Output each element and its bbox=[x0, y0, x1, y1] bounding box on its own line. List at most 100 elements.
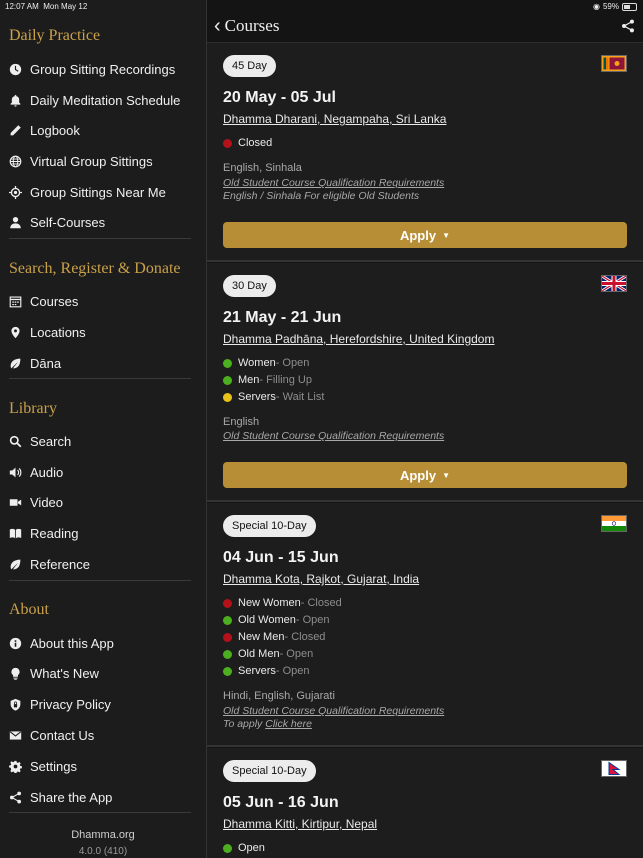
course-card[interactable]: Special 10-Day 05 Jun - 16 Jun Dhamma Ki… bbox=[207, 748, 643, 858]
status-row: Servers - Open bbox=[223, 665, 310, 677]
sidebar-item-label: What's New bbox=[30, 665, 99, 681]
sidebar-item-label: Privacy Policy bbox=[30, 696, 111, 712]
status-label: Closed bbox=[238, 137, 273, 149]
sidebar-item-share-the-app[interactable]: Share the App bbox=[9, 785, 199, 809]
status-row: Old Women - Open bbox=[223, 614, 330, 626]
speaker-icon bbox=[9, 466, 22, 479]
sidebar-item-label: Logbook bbox=[30, 122, 80, 138]
requirements-link[interactable]: Old Student Course Qualification Require… bbox=[223, 430, 444, 442]
sidebar-item-label: Reference bbox=[30, 556, 90, 572]
course-type-badge: Special 10-Day bbox=[223, 760, 316, 782]
navigation-bar: ‹ Courses bbox=[207, 12, 643, 43]
status-row: Servers - Wait List bbox=[223, 391, 324, 403]
back-button[interactable]: ‹ Courses bbox=[214, 16, 279, 36]
course-type-badge: Special 10-Day bbox=[223, 515, 316, 537]
status-detail: - Open bbox=[279, 648, 314, 660]
sidebar-item-locations[interactable]: Locations bbox=[9, 320, 199, 344]
sidebar-item-self-courses[interactable]: Self-Courses bbox=[9, 210, 199, 234]
apply-button[interactable]: Apply ▼ bbox=[223, 222, 627, 248]
sidebar-divider bbox=[9, 812, 191, 813]
status-dot bbox=[223, 615, 232, 625]
course-type-badge: 30 Day bbox=[223, 275, 276, 297]
sidebar-item-reference[interactable]: Reference bbox=[9, 552, 199, 576]
sidebar-item-label: Reading bbox=[30, 525, 79, 541]
status-dot bbox=[223, 392, 232, 402]
uk-flag-icon bbox=[601, 275, 627, 292]
sidebar-item-audio[interactable]: Audio bbox=[9, 460, 199, 484]
pencil-icon bbox=[9, 124, 22, 137]
sidebar-item-label: Self-Courses bbox=[30, 214, 106, 230]
section-title-about: About bbox=[9, 601, 49, 618]
caret-down-icon: ▼ bbox=[442, 230, 451, 240]
status-row: Men - Filling Up bbox=[223, 374, 312, 386]
sidebar-item-label: Audio bbox=[30, 464, 64, 480]
sidebar-item-reading[interactable]: Reading bbox=[9, 521, 199, 545]
sidebar-item-logbook[interactable]: Logbook bbox=[9, 118, 199, 142]
status-dot bbox=[223, 375, 232, 385]
course-languages: Hindi, English, Gujarati bbox=[223, 690, 335, 702]
sidebar-item-label: Group Sitting Recordings bbox=[30, 61, 176, 77]
status-label: Open bbox=[238, 842, 265, 854]
status-dot bbox=[223, 598, 232, 608]
sidebar-item-group-sittings-near-me[interactable]: Group Sittings Near Me bbox=[9, 180, 199, 204]
sidebar-item-virtual-group-sittings[interactable]: Virtual Group Sittings bbox=[9, 149, 199, 173]
chevron-left-icon: ‹ bbox=[214, 15, 221, 37]
status-label: Men bbox=[238, 374, 260, 386]
globe-icon bbox=[9, 155, 22, 168]
apply-button[interactable]: Apply ▼ bbox=[223, 462, 627, 488]
sidebar-item-contact-us[interactable]: Contact Us bbox=[9, 723, 199, 747]
status-row: New Men - Closed bbox=[223, 631, 325, 643]
sidebar-item-label: Dāna bbox=[30, 355, 62, 371]
gear-icon bbox=[9, 760, 22, 773]
click-here-link[interactable]: Click here bbox=[265, 718, 312, 730]
share-icon[interactable] bbox=[621, 19, 635, 33]
status-label: Old Women bbox=[238, 614, 296, 626]
sidebar-item-label: Group Sittings Near Me bbox=[30, 184, 166, 200]
footer-version: 4.0.0 (410) bbox=[78, 846, 128, 857]
course-location-link[interactable]: Dhamma Dharani, Negampaha, Sri Lanka bbox=[223, 112, 446, 126]
sidebar: Daily Practice Group Sitting Recordings … bbox=[0, 0, 207, 858]
course-card[interactable]: 45 Day 20 May - 05 Jul Dhamma Dharani, N… bbox=[207, 43, 643, 262]
requirements-link[interactable]: Old Student Course Qualification Require… bbox=[223, 705, 444, 717]
sidebar-item-courses[interactable]: Courses bbox=[9, 289, 199, 313]
sidebar-item-about-this-app[interactable]: About this App bbox=[9, 631, 199, 655]
leaf-icon bbox=[9, 357, 22, 370]
envelope-icon bbox=[9, 729, 22, 742]
course-note-text: To apply bbox=[223, 718, 266, 730]
sidebar-item-daily-meditation-schedule[interactable]: Daily Meditation Schedule bbox=[9, 88, 199, 112]
status-detail: - Filling Up bbox=[259, 374, 312, 386]
sidebar-item-video[interactable]: Video bbox=[9, 490, 199, 514]
status-label: Women bbox=[238, 357, 276, 369]
section-title-daily-practice: Daily Practice bbox=[9, 27, 101, 44]
bell-icon bbox=[9, 94, 22, 107]
sidebar-item-whats-new[interactable]: What's New bbox=[9, 661, 199, 685]
status-row: Women - Open bbox=[223, 357, 309, 369]
sidebar-item-search[interactable]: Search bbox=[9, 429, 199, 453]
course-location-link[interactable]: Dhamma Kitti, Kirtipur, Nepal bbox=[223, 817, 377, 831]
course-dates: 21 May - 21 Jun bbox=[223, 309, 342, 326]
course-card[interactable]: 30 Day 21 May - 21 Jun Dhamma Padhāna, H… bbox=[207, 263, 643, 502]
sidebar-divider bbox=[9, 238, 191, 239]
sidebar-item-group-sitting-recordings[interactable]: Group Sitting Recordings bbox=[9, 57, 199, 81]
status-bar: 12:07 AM Mon May 12 ◉ 59% bbox=[0, 0, 643, 12]
course-note: To apply Click here bbox=[223, 718, 312, 730]
requirements-link[interactable]: Old Student Course Qualification Require… bbox=[223, 177, 444, 189]
sidebar-item-label: Video bbox=[30, 494, 64, 510]
sidebar-divider bbox=[9, 580, 191, 581]
status-detail: - Open bbox=[275, 357, 310, 369]
status-label: Servers bbox=[238, 391, 276, 403]
status-label: New Men bbox=[238, 631, 285, 643]
course-card[interactable]: Special 10-Day 04 Jun - 15 Jun Dhamma Ko… bbox=[207, 503, 643, 747]
sidebar-item-label: Settings bbox=[30, 758, 77, 774]
status-row: Closed bbox=[223, 137, 272, 149]
location-pin-icon bbox=[9, 326, 22, 339]
course-location-link[interactable]: Dhamma Padhāna, Herefordshire, United Ki… bbox=[223, 332, 494, 346]
sidebar-item-dana[interactable]: Dāna bbox=[9, 351, 199, 375]
course-location-link[interactable]: Dhamma Kota, Rajkot, Gujarat, India bbox=[223, 572, 419, 586]
calendar-icon bbox=[9, 295, 22, 308]
sidebar-item-settings[interactable]: Settings bbox=[9, 754, 199, 778]
sidebar-item-label: Search bbox=[30, 433, 72, 449]
sidebar-item-privacy-policy[interactable]: Privacy Policy bbox=[9, 692, 199, 716]
sidebar-item-label: Contact Us bbox=[30, 727, 95, 743]
status-row: Old Men - Open bbox=[223, 648, 313, 660]
